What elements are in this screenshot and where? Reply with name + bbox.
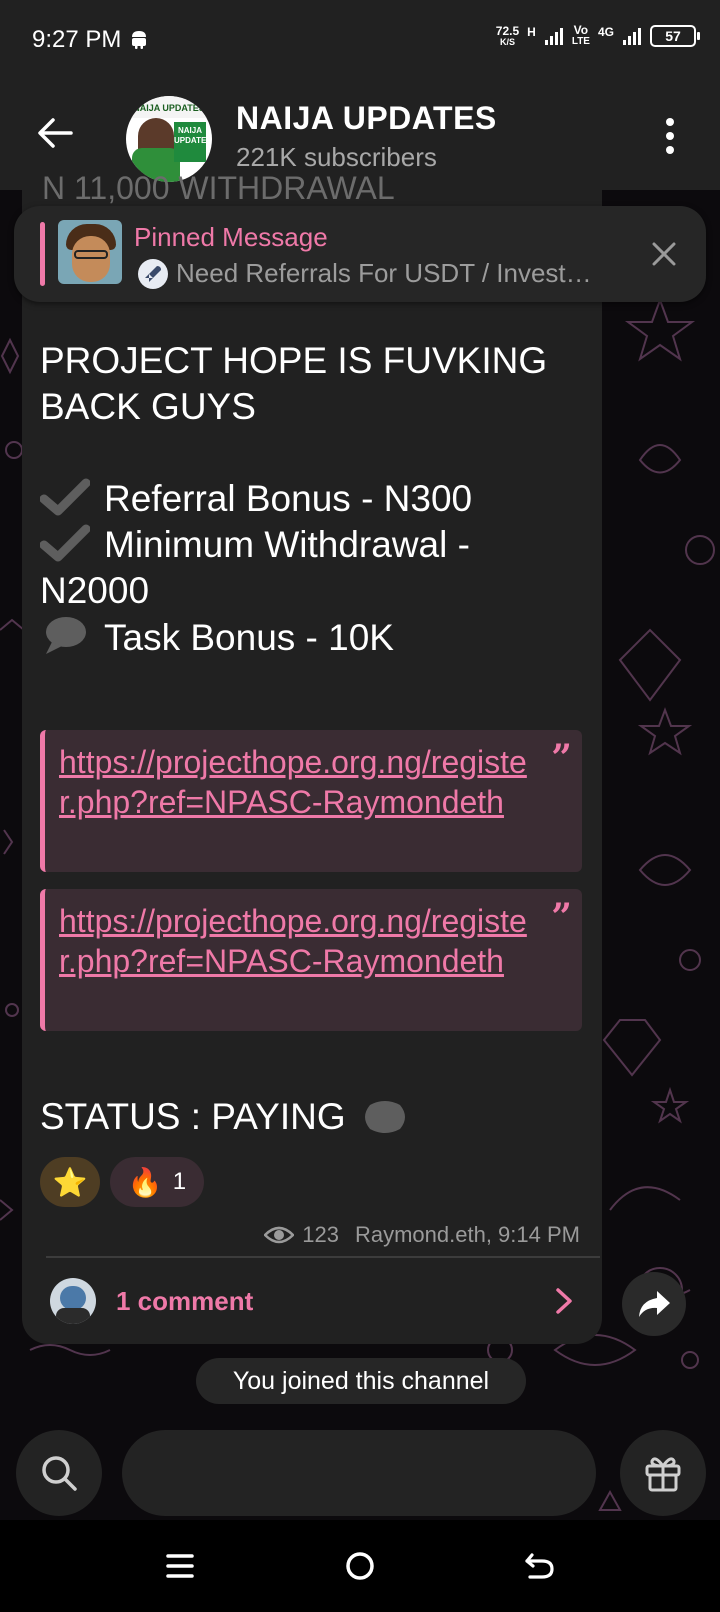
commenter-avatar (50, 1278, 96, 1324)
back-nav-button[interactable] (516, 1542, 564, 1590)
search-icon (42, 1456, 77, 1491)
avatar-banner: NAIJA UPDATES (126, 96, 212, 118)
signal-icon-2 (623, 28, 641, 45)
pinned-preview-text: Need Referrals For USDT / Invest… (176, 258, 592, 288)
network-type-4g: 4G (597, 25, 614, 39)
share-button[interactable] (622, 1272, 686, 1336)
network-type-h: H (527, 25, 536, 39)
home-button[interactable] (336, 1542, 384, 1590)
avatar-box: NAIJA UPDATES (174, 122, 212, 162)
register-link-1[interactable]: https://projecthope.org.ng/register.php?… (59, 742, 539, 822)
star-icon: ⭐ (52, 1166, 88, 1198)
pinned-message-bar[interactable]: Pinned Message Need Referrals For USDT /… (14, 206, 706, 302)
message-meta: 123 Raymond.eth, 9:14 PM (264, 1222, 580, 1248)
status-indicators: 72.5 K/S H Vo LTE 4G 57 (495, 23, 700, 48)
gift-icon (645, 1457, 681, 1492)
min-withdrawal-text: Minimum Withdrawal - (104, 524, 470, 565)
chevron-right-icon[interactable] (552, 1286, 576, 1316)
recents-button[interactable] (156, 1542, 204, 1590)
status-time: 9:27 PM (32, 26, 122, 53)
referral-bonus-line: Referral Bonus - N300 (40, 476, 472, 522)
gift-button[interactable] (620, 1430, 706, 1516)
menu-lines-icon (166, 1554, 194, 1578)
message-heading: PROJECT HOPE IS FUVKING BACK GUYS (40, 340, 548, 427)
gear-icon (364, 1101, 405, 1133)
pinned-thumbnail (58, 220, 122, 284)
status-line: STATUS : PAYING (40, 1096, 410, 1138)
fire-count: 1 (172, 1168, 187, 1195)
pinned-title: Pinned Message (134, 222, 328, 252)
reaction-fire[interactable]: 🔥 1 (110, 1157, 204, 1207)
quote-block-2: https://projecthope.org.ng/register.php?… (40, 889, 582, 1031)
close-icon (652, 242, 676, 266)
quote-icon: ” (551, 737, 572, 779)
task-bonus-line: Task Bonus - 10K (40, 614, 394, 661)
arrow-left-icon (38, 118, 73, 148)
check-icon (40, 478, 90, 516)
join-or-mute-bar[interactable] (122, 1430, 596, 1516)
joined-notice: You joined this channel (196, 1358, 526, 1404)
network-speed: 72.5 K/S (495, 24, 520, 47)
quote-block-1: https://projecthope.org.ng/register.php?… (40, 730, 582, 872)
status-bar: 9:27 PM 72.5 K/S H Vo LTE 4G 57 (0, 0, 720, 82)
system-navigation-bar (0, 1520, 720, 1612)
more-options-button[interactable] (660, 114, 680, 158)
register-link-2[interactable]: https://projecthope.org.ng/register.php?… (59, 901, 539, 981)
previous-message-text: N 11,000 WITHDRAWAL (42, 170, 395, 206)
reaction-star[interactable]: ⭐ (40, 1157, 100, 1207)
search-button[interactable] (16, 1430, 102, 1516)
rocket-icon (138, 258, 168, 289)
message-signature: Raymond.eth, 9:14 PM (354, 1222, 580, 1247)
status-text: STATUS : PAYING (40, 1096, 346, 1137)
back-arrow-icon (525, 1553, 554, 1579)
view-count: 123 (302, 1222, 339, 1247)
fire-icon: 🔥 (127, 1166, 163, 1198)
min-withdrawal-amount: N2000 (40, 570, 150, 611)
comments-divider (46, 1256, 600, 1258)
task-bonus-text: Task Bonus - 10K (104, 617, 394, 658)
pinned-accent-bar (40, 222, 45, 286)
min-withdrawal-line: Minimum Withdrawal - (40, 522, 470, 568)
android-icon (132, 31, 146, 49)
battery-icon: 57 (650, 25, 700, 47)
share-icon (639, 1291, 670, 1317)
speech-bubble-icon (46, 617, 86, 654)
home-circle-icon (346, 1552, 374, 1580)
signal-icon (544, 28, 563, 45)
referral-bonus-text: Referral Bonus - N300 (104, 478, 473, 519)
pinned-close-button[interactable] (644, 234, 684, 274)
subscriber-count: 221K subscribers (236, 142, 437, 172)
channel-title[interactable]: NAIJA UPDATES (236, 100, 497, 137)
comments-link[interactable]: 1 comment (116, 1286, 253, 1317)
pinned-preview: Need Referrals For USDT / Invest… (138, 258, 592, 289)
eye-icon (264, 1226, 295, 1244)
check-icon (40, 524, 90, 562)
volte-badge: Vo LTE (571, 23, 590, 47)
quote-icon: ” (551, 896, 572, 938)
back-button[interactable] (30, 108, 80, 158)
